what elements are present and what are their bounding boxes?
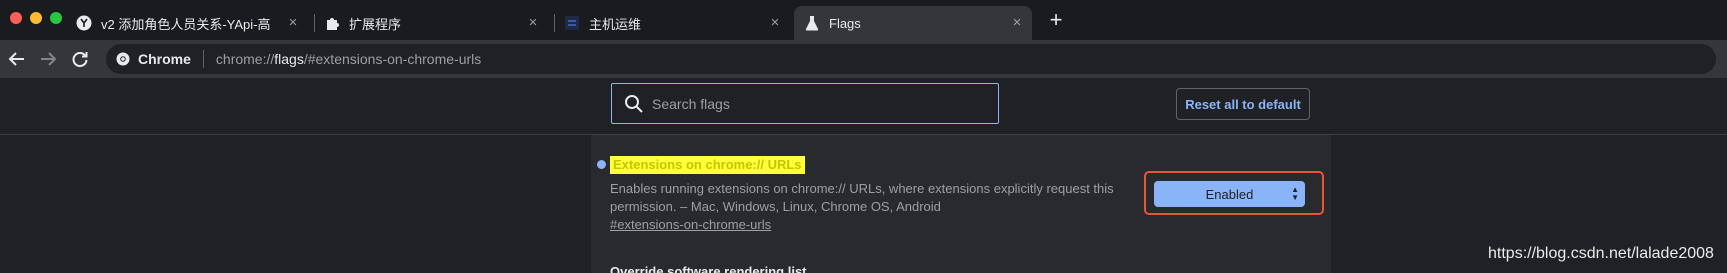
url-path: /#extensions-on-chrome-urls xyxy=(303,51,482,67)
flags-content: Extensions on chrome:// URLs Enables run… xyxy=(0,135,1727,273)
watermark: https://blog.csdn.net/lalade2008 xyxy=(1488,245,1714,262)
close-icon[interactable]: × xyxy=(1008,14,1026,32)
tab-host-ops[interactable]: 主机运维 × xyxy=(564,6,790,40)
close-icon[interactable]: × xyxy=(524,14,542,32)
server-icon xyxy=(564,15,580,31)
tab-title: Flags xyxy=(829,15,861,31)
chrome-chip-label: Chrome xyxy=(138,51,191,67)
flag-state-value: Enabled xyxy=(1205,186,1254,202)
tab-separator xyxy=(314,14,315,32)
flag-title: Extensions on chrome:// URLs xyxy=(610,156,805,174)
reset-all-button[interactable]: Reset all to default xyxy=(1176,88,1310,120)
window-controls xyxy=(10,12,62,24)
flag-description: Enables running extensions on chrome:// … xyxy=(610,181,1114,214)
next-flag-title: Override software rendering list xyxy=(610,264,807,273)
yapi-icon xyxy=(76,15,92,31)
flask-icon xyxy=(804,15,820,31)
address-bar[interactable]: Chrome chrome://flags/#extensions-on-chr… xyxy=(106,44,1716,74)
reload-button[interactable] xyxy=(68,47,92,71)
chrome-chip[interactable]: Chrome xyxy=(106,51,191,67)
close-window-button[interactable] xyxy=(10,12,22,24)
select-arrows-icon: ▲ ▼ xyxy=(1291,185,1299,202)
url-text: chrome://flags/#extensions-on-chrome-url… xyxy=(216,51,481,67)
minimize-window-button[interactable] xyxy=(30,12,42,24)
back-button[interactable] xyxy=(5,47,29,71)
maximize-window-button[interactable] xyxy=(50,12,62,24)
url-prefix: chrome:// xyxy=(215,51,275,67)
reload-icon xyxy=(72,52,88,67)
flag-permalink[interactable]: #extensions-on-chrome-urls xyxy=(610,217,771,232)
chrome-icon xyxy=(116,52,130,66)
new-tab-button[interactable]: + xyxy=(1044,9,1068,33)
tab-yapi[interactable]: v2 添加角色人员关系-YApi-高效 × xyxy=(76,6,308,40)
flags-header: Reset all to default xyxy=(0,78,1727,135)
forward-button[interactable] xyxy=(36,47,60,71)
close-icon[interactable]: × xyxy=(766,14,784,32)
tab-extensions[interactable]: 扩展程序 × xyxy=(324,6,548,40)
arrow-left-icon xyxy=(8,52,24,66)
tab-strip: v2 添加角色人员关系-YApi-高效 × 扩展程序 × 主机运维 × Flag… xyxy=(0,0,1727,40)
puzzle-icon xyxy=(324,15,340,31)
close-icon[interactable]: × xyxy=(284,14,302,32)
tab-title: 扩展程序 xyxy=(349,16,402,32)
flag-state-select[interactable]: Enabled ▲ ▼ xyxy=(1154,181,1305,207)
search-icon xyxy=(625,94,643,113)
search-box[interactable] xyxy=(611,83,999,124)
omnibox-divider xyxy=(202,50,204,68)
arrow-right-icon xyxy=(41,52,57,66)
toolbar: Chrome chrome://flags/#extensions-on-chr… xyxy=(0,40,1727,78)
search-input[interactable] xyxy=(652,95,972,112)
tab-separator xyxy=(554,14,555,32)
url-host: flags xyxy=(274,51,304,67)
tab-title: 主机运维 xyxy=(589,16,642,32)
tab-title: v2 添加角色人员关系-YApi-高效 xyxy=(101,16,271,32)
modified-indicator xyxy=(597,160,606,169)
tab-flags[interactable]: Flags × xyxy=(794,6,1032,40)
